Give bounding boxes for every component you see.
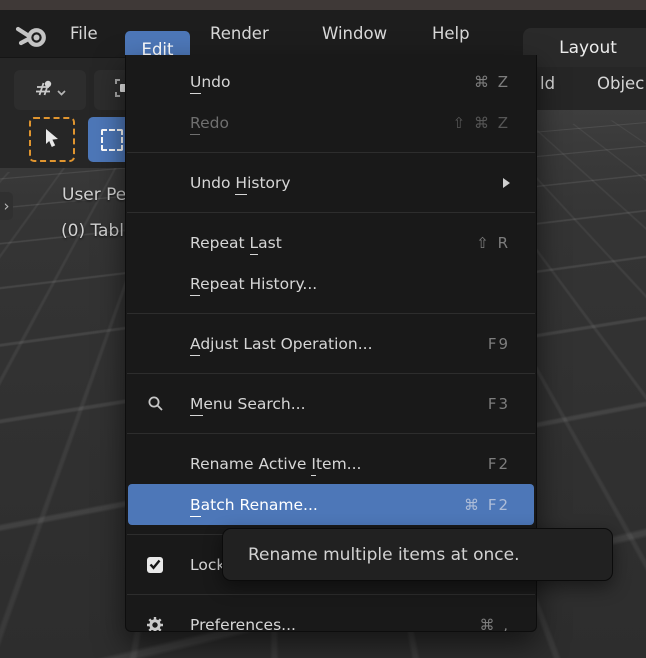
gear-icon bbox=[144, 616, 166, 633]
checkbox-checked-icon bbox=[147, 557, 163, 573]
menu-window[interactable]: Window bbox=[322, 10, 387, 57]
tooltip: Rename multiple items at once. bbox=[222, 528, 613, 581]
menu-item-rename-active-item[interactable]: Rename Active Item... F2 bbox=[128, 443, 534, 484]
menu-item-shortcut: F9 bbox=[488, 335, 510, 353]
icon-slot-empty bbox=[144, 335, 166, 353]
icon-slot-empty bbox=[144, 73, 166, 91]
blender-logo-icon[interactable] bbox=[14, 19, 50, 51]
menu-item-redo[interactable]: Redo ⇧ ⌘ Z bbox=[128, 102, 534, 143]
menu-item-shortcut: F2 bbox=[488, 455, 510, 473]
menu-item-shortcut: ⌘ F2 bbox=[464, 496, 510, 514]
menu-separator bbox=[127, 373, 535, 374]
menu-item-shortcut: ⇧ R bbox=[476, 234, 510, 252]
menu-item-label: Undo History bbox=[190, 174, 291, 192]
menu-item-shortcut: ⇧ ⌘ Z bbox=[453, 114, 510, 132]
menu-separator bbox=[127, 212, 535, 213]
window-title-strip bbox=[0, 0, 646, 10]
menu-item-repeat-history[interactable]: Repeat History... bbox=[128, 263, 534, 304]
chevron-down-icon bbox=[57, 81, 66, 100]
menu-item-batch-rename[interactable]: Batch Rename... ⌘ F2 bbox=[128, 484, 534, 525]
menu-item-label: Adjust Last Operation... bbox=[190, 335, 373, 353]
menu-item-adjust-last-operation[interactable]: Adjust Last Operation... F9 bbox=[128, 323, 534, 364]
icon-slot-empty bbox=[144, 114, 166, 132]
checkbox-checked-icon bbox=[144, 556, 166, 574]
snap-dropdown-button[interactable] bbox=[14, 70, 86, 110]
menu-item-label: Redo bbox=[190, 114, 229, 132]
submenu-arrow-icon bbox=[503, 178, 510, 188]
menu-separator bbox=[127, 594, 535, 595]
tooltip-text: Rename multiple items at once. bbox=[248, 545, 520, 565]
box-select-icon bbox=[101, 129, 123, 151]
tool-tweak-select-active[interactable] bbox=[29, 117, 75, 162]
menu-item-repeat-last[interactable]: Repeat Last ⇧ R bbox=[128, 222, 534, 263]
cursor-select-icon bbox=[43, 128, 61, 152]
menu-item-shortcut: F3 bbox=[488, 395, 510, 413]
menu-separator bbox=[127, 152, 535, 153]
blender-window: File Edit Render Window Help Layout bbox=[0, 0, 646, 658]
icon-slot-empty bbox=[144, 275, 166, 293]
workspace-tab-layout[interactable]: Layout bbox=[523, 28, 646, 67]
snap-grid-icon bbox=[34, 80, 53, 101]
menu-item-label: Menu Search... bbox=[190, 395, 306, 413]
menu-item-label: Repeat Last bbox=[190, 234, 282, 252]
menu-item-shortcut: ⌘ , bbox=[479, 616, 510, 633]
icon-slot-empty bbox=[144, 174, 166, 192]
icon-slot-empty bbox=[144, 496, 166, 514]
menu-item-preferences[interactable]: Preferences... ⌘ , bbox=[128, 604, 534, 632]
icon-slot-empty bbox=[144, 455, 166, 473]
menu-file[interactable]: File bbox=[70, 10, 98, 57]
search-icon bbox=[144, 395, 166, 413]
menu-separator bbox=[127, 313, 535, 314]
menu-item-shortcut: ⌘ Z bbox=[474, 73, 510, 91]
menu-render[interactable]: Render bbox=[210, 10, 269, 57]
menu-item-label: Preferences... bbox=[190, 616, 296, 633]
menu-item-label: Undo bbox=[190, 73, 231, 91]
topbar: File Edit Render Window Help Layout bbox=[0, 10, 646, 57]
sidebar-toggle-arrow[interactable]: › bbox=[0, 192, 13, 220]
menu-item-undo-history[interactable]: Undo History bbox=[128, 162, 534, 203]
menu-separator bbox=[127, 433, 535, 434]
menu-item-label: Rename Active Item... bbox=[190, 455, 361, 473]
icon-slot-empty bbox=[144, 234, 166, 252]
menu-item-menu-search[interactable]: Menu Search... F3 bbox=[128, 383, 534, 424]
menu-help[interactable]: Help bbox=[432, 10, 470, 57]
menu-item-undo[interactable]: Undo ⌘ Z bbox=[128, 61, 534, 102]
menu-item-label: Repeat History... bbox=[190, 275, 317, 293]
menu-item-label: Batch Rename... bbox=[190, 496, 318, 514]
